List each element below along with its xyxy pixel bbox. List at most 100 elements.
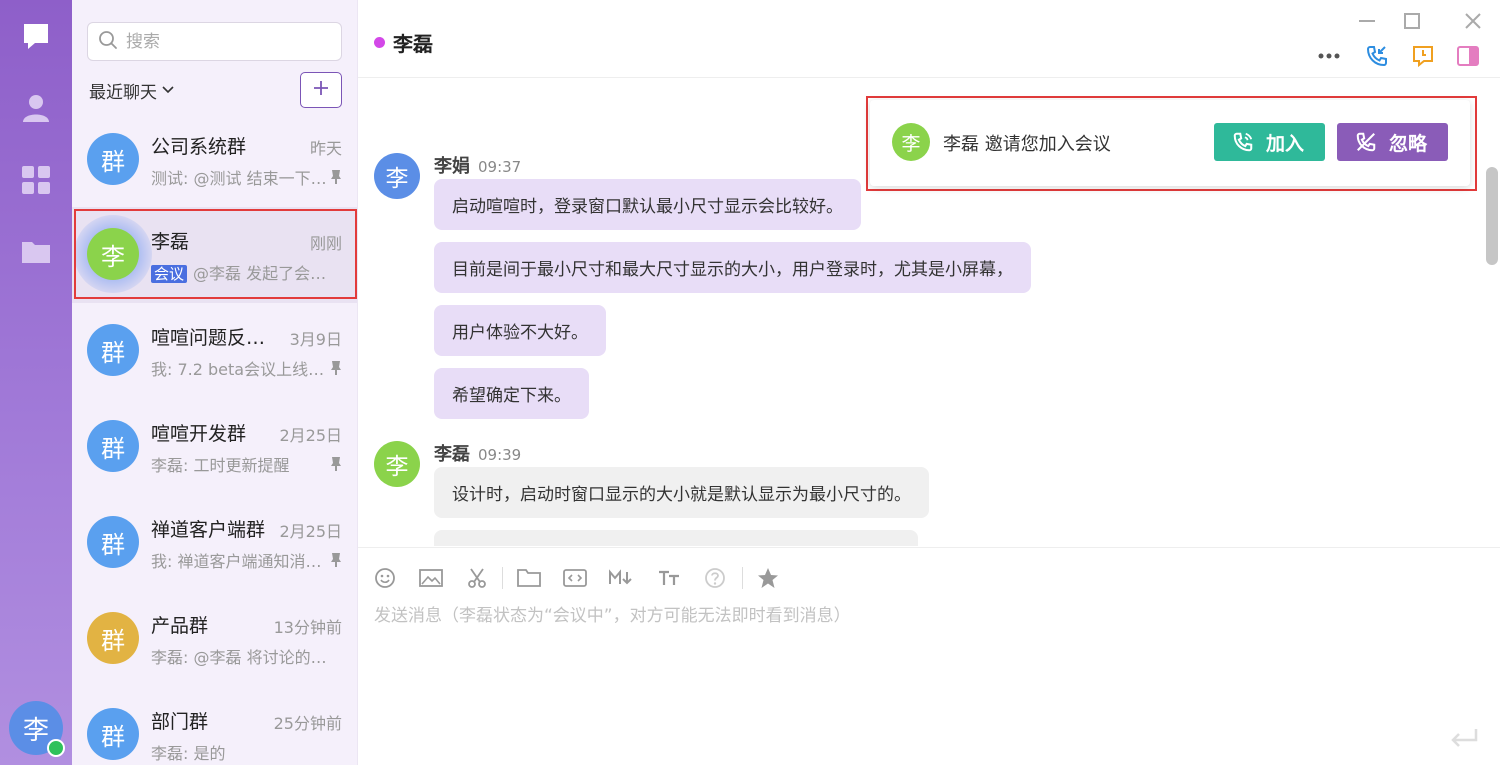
chat-time: 刚刚: [309, 234, 342, 253]
chat-time: 2月25日: [279, 522, 342, 541]
code-button[interactable]: [562, 565, 588, 591]
markdown-button[interactable]: [608, 565, 634, 591]
chat-time: 13分钟前: [273, 618, 342, 637]
maximize-button[interactable]: [1401, 10, 1423, 32]
invite-avatar: 李: [892, 123, 930, 161]
chat-name: 禅道客户端群: [151, 519, 266, 541]
file-button[interactable]: [516, 565, 542, 591]
pin-icon: [331, 553, 341, 567]
chat-preview: 我: 7.2 beta会议上线时间: [151, 360, 327, 379]
chat-time: 2月25日: [279, 426, 342, 445]
message-bubble[interactable]: 用户体验不大好。: [434, 305, 606, 356]
chat-item-company-system-group[interactable]: 群 公司系统群 昨天 测试: @测试 结束一下当前: [72, 112, 357, 208]
chat-avatar: 群: [87, 612, 139, 664]
chat-preview: 测试: @测试 结束一下当前: [151, 169, 327, 188]
hangup-icon: [1356, 132, 1376, 152]
close-button[interactable]: [1462, 10, 1484, 32]
enter-icon: [1451, 729, 1478, 747]
chat-avatar: 群: [87, 420, 139, 472]
recent-chats-filter[interactable]: 最近聊天: [89, 78, 175, 103]
chat-header: 李磊: [358, 0, 1500, 78]
message-avatar: 李: [374, 153, 420, 199]
chat-avatar: 群: [87, 324, 139, 376]
chat-avatar: 群: [87, 708, 139, 760]
apps-icon[interactable]: [16, 160, 56, 200]
folder-icon[interactable]: [16, 232, 56, 272]
phone-icon: [1233, 132, 1253, 152]
screenshot-button[interactable]: [464, 565, 490, 591]
scrollbar-thumb[interactable]: [1486, 167, 1498, 265]
message-composer: [358, 547, 1500, 765]
favorite-button[interactable]: [755, 565, 781, 591]
chat-preview: 会议 @李磊 发起了会议邀请: [151, 260, 327, 284]
sidebar-icon: [1457, 46, 1479, 66]
add-chat-button[interactable]: [300, 72, 342, 108]
message-area: 李 李娟 09:37 启动喧喧时，登录窗口默认最小尺寸显示会比较好。 目前是间于最…: [358, 79, 1500, 546]
emoji-button[interactable]: [372, 565, 398, 591]
ignore-meeting-button[interactable]: 忽略: [1337, 123, 1448, 161]
font-size-button[interactable]: [656, 565, 682, 591]
search-input[interactable]: [126, 31, 326, 52]
chat-preview: 李磊: 是的: [151, 744, 226, 763]
join-label: 加入: [1266, 132, 1305, 155]
message-time: 09:37: [478, 158, 522, 176]
chat-item-product-group[interactable]: 群 产品群 13分钟前 李磊: @李磊 将讨论的内容整理: [72, 591, 357, 687]
online-status-dot: [47, 739, 65, 757]
chat-item-li-lei[interactable]: 李 李磊 刚刚 会议 @李磊 发起了会议邀请: [72, 207, 357, 303]
minimize-icon: [1359, 20, 1375, 22]
chat-time: 3月9日: [289, 330, 342, 349]
chat-item-xuanxuan-dev-group[interactable]: 群 喧喧开发群 2月25日 李磊: 工时更新提醒: [72, 399, 357, 495]
search-icon: [98, 30, 118, 54]
toolbar-divider: [742, 567, 743, 589]
emoji-icon: [375, 568, 395, 588]
chat-preview: 李磊: @李磊 将讨论的内容整理: [151, 648, 327, 667]
chat-icon[interactable]: [16, 16, 56, 56]
message-bubble[interactable]: 希望确定下来。: [434, 368, 589, 419]
chat-list-panel: 最近聊天 群 公司系统群 昨天 测试: @测试 结束一下当前 李 李磊 刚刚 会…: [72, 0, 358, 765]
chat-name: 李磊: [151, 231, 190, 253]
search-box[interactable]: [87, 22, 342, 61]
message-header: 李磊 09:39: [434, 440, 521, 466]
incoming-call-icon: [1366, 46, 1387, 67]
chat-preview: 我: 禅道客户端通知消息更新: [151, 552, 327, 571]
chat-item-xuanxuan-feedback-group[interactable]: 群 喧喧问题反馈群 3月9日 我: 7.2 beta会议上线时间: [72, 303, 357, 399]
sidebar-toggle-button[interactable]: [1455, 43, 1481, 69]
chat-avatar: 李: [87, 228, 139, 280]
meeting-invite-popup: 李 李磊 邀请您加入会议 加入 忽略: [870, 100, 1470, 186]
help-icon: [705, 568, 725, 588]
message-bubble-partial[interactable]: [434, 530, 918, 546]
send-button[interactable]: [1446, 723, 1482, 753]
chat-preview: 李磊: 工时更新提醒: [151, 456, 290, 475]
call-button[interactable]: [1364, 43, 1390, 69]
ignore-label: 忽略: [1389, 132, 1428, 155]
minimize-button[interactable]: [1356, 10, 1378, 32]
help-button[interactable]: [702, 565, 728, 591]
chat-name: 部门群: [151, 711, 209, 733]
chat-item-department-group[interactable]: 群 部门群 25分钟前 李磊: 是的: [72, 687, 357, 765]
message-sender: 李磊: [434, 444, 470, 465]
chat-item-zentao-client-group[interactable]: 群 禅道客户端群 2月25日 我: 禅道客户端通知消息更新: [72, 495, 357, 591]
image-button[interactable]: [418, 565, 444, 591]
chat-name: 喧喧开发群: [151, 423, 247, 445]
chat-avatar: 群: [87, 133, 139, 185]
message-bubble[interactable]: 设计时，启动时窗口显示的大小就是默认显示为最小尺寸的。: [434, 467, 929, 518]
invite-text: 李磊 邀请您加入会议: [943, 134, 1111, 155]
chat-title: 李磊: [393, 32, 433, 56]
join-meeting-button[interactable]: 加入: [1214, 123, 1325, 161]
message-bubble[interactable]: 启动喧喧时，登录窗口默认最小尺寸显示会比较好。: [434, 179, 861, 230]
pin-icon: [331, 170, 341, 184]
message-input[interactable]: [374, 601, 1434, 721]
message-avatar: 李: [374, 441, 420, 487]
chat-time: 昨天: [309, 139, 342, 158]
chat-name: 公司系统群: [151, 136, 247, 158]
image-icon: [419, 569, 443, 587]
contacts-icon[interactable]: [16, 88, 56, 128]
more-button[interactable]: [1316, 43, 1342, 69]
meeting-tag: 会议: [151, 265, 188, 283]
message-bubble[interactable]: 目前是间于最小尺寸和最大尺寸显示的大小，用户登录时，尤其是小屏幕，: [434, 242, 1031, 293]
filter-label: 最近聊天: [89, 83, 157, 103]
message-sender: 李娟: [434, 156, 470, 177]
history-button[interactable]: [1410, 43, 1436, 69]
pin-icon: [331, 457, 341, 471]
message-time: 09:39: [478, 446, 522, 464]
